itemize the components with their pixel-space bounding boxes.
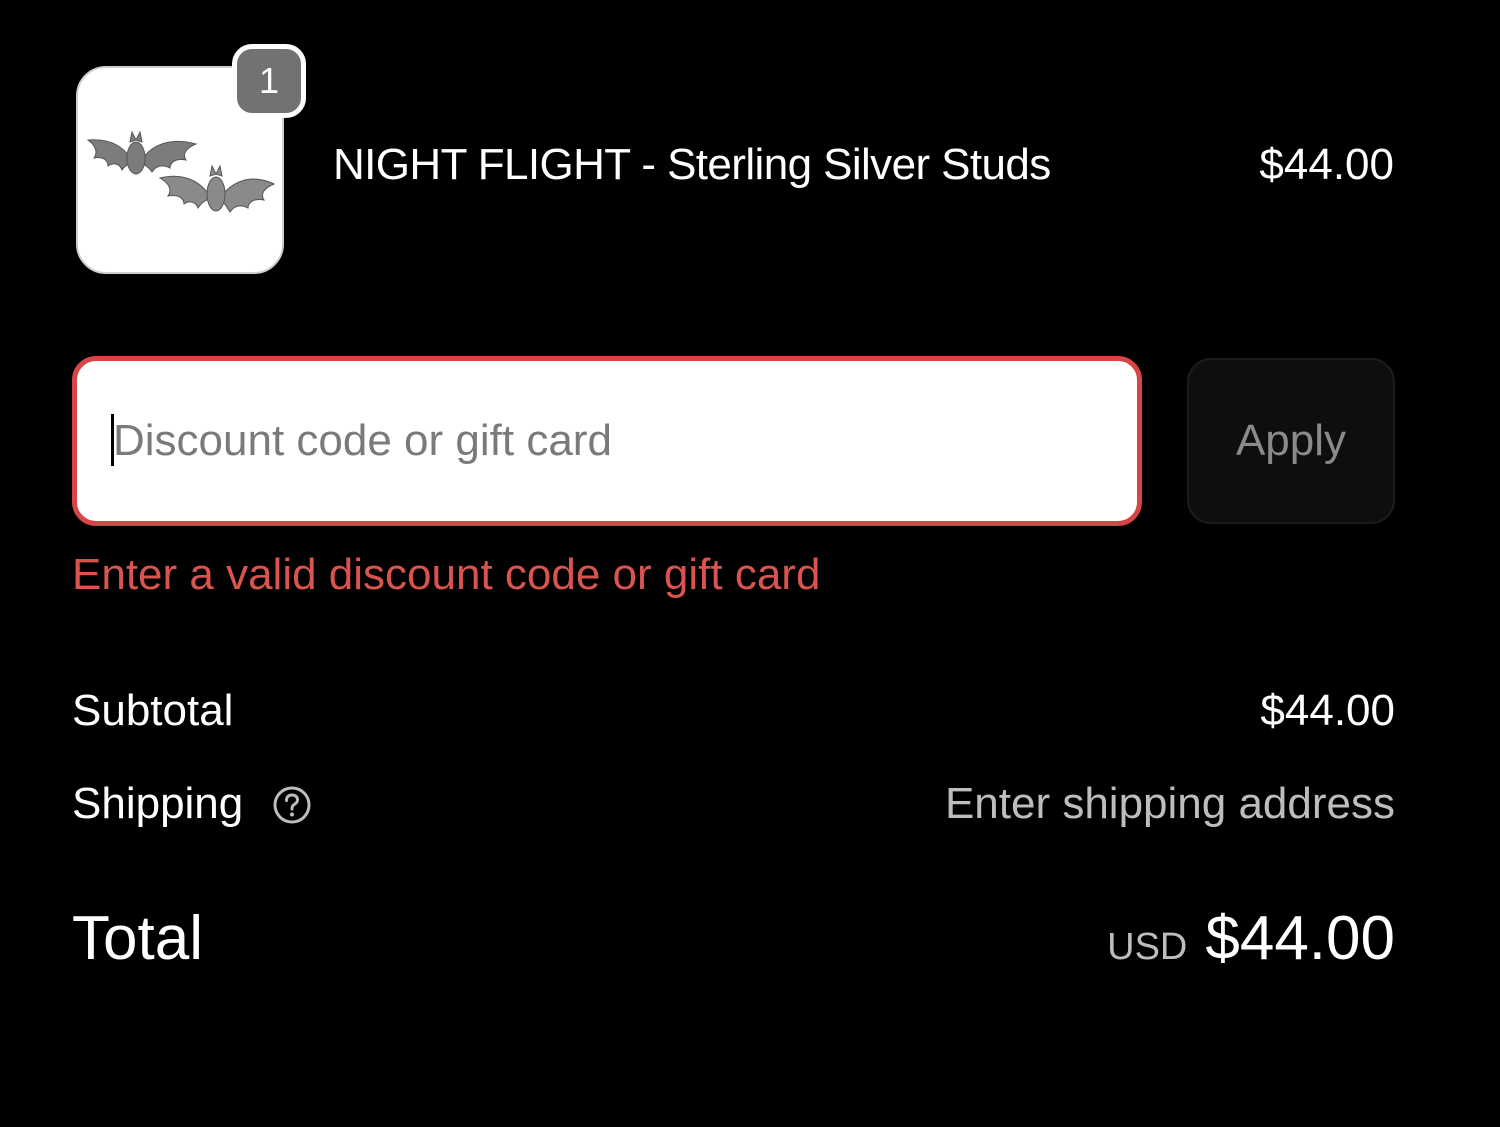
text-caret [111,414,114,466]
total-label: Total [72,904,203,973]
shipping-value: Enter shipping address [944,779,1395,828]
quantity-badge: 1 [232,44,306,118]
currency-code: USD [1107,926,1188,968]
total-amount: USD $44.00 [1107,904,1395,974]
total-value: $44.00 [1205,904,1395,973]
product-price: $44.00 [1259,140,1394,189]
discount-code-input[interactable] [113,361,1093,521]
shipping-label: Shipping [72,779,244,828]
apply-discount-button[interactable]: Apply [1187,358,1395,524]
product-name: NIGHT FLIGHT - Sterling Silver Studs [333,140,1051,189]
order-summary: 1 NIGHT FLIGHT - Sterling Silver Studs $… [0,0,1500,1127]
subtotal-label: Subtotal [72,686,234,735]
question-circle-icon[interactable] [271,784,313,826]
subtotal-value: $44.00 [1260,686,1395,735]
discount-error-message: Enter a valid discount code or gift card [72,550,821,599]
discount-field[interactable] [72,356,1142,526]
